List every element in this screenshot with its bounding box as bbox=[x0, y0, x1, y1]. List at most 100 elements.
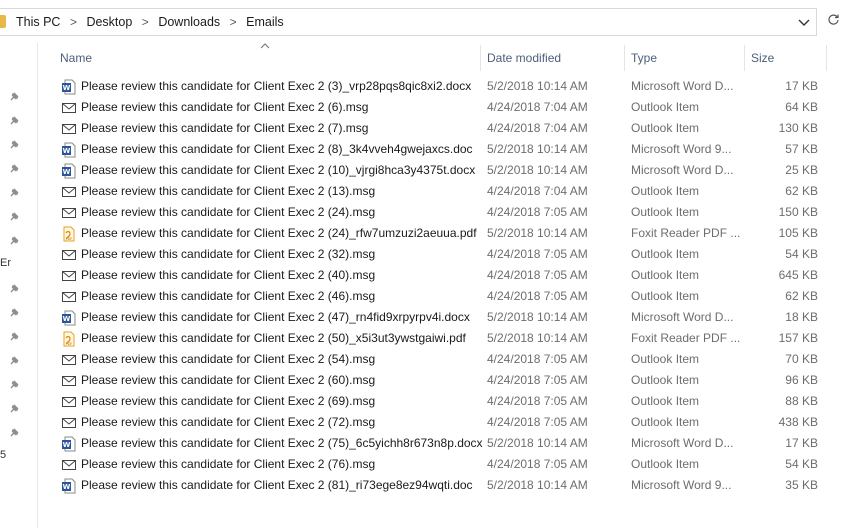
svg-text:PDF: PDF bbox=[66, 342, 73, 346]
file-row[interactable]: PDF Please review this candidate for Clie… bbox=[38, 223, 844, 244]
chevron-down-icon[interactable] bbox=[792, 13, 816, 33]
file-row[interactable]: W Please review this candidate for Client… bbox=[38, 433, 844, 454]
mail-icon bbox=[61, 289, 77, 305]
file-row[interactable]: W Please review this candidate for Client… bbox=[38, 307, 844, 328]
nav-item-fragment[interactable]: Er bbox=[0, 257, 11, 269]
file-size: 54 KB bbox=[785, 247, 818, 261]
word-icon: W bbox=[61, 79, 77, 95]
file-size: 54 KB bbox=[785, 457, 818, 471]
address-bar: This PC > Desktop > Downloads > Emails bbox=[0, 0, 844, 43]
file-name[interactable]: Please review this candidate for Client … bbox=[81, 349, 375, 370]
file-date-modified: 5/2/2018 10:14 AM bbox=[487, 163, 588, 177]
pdf-icon: PDF bbox=[61, 331, 77, 347]
word-icon: W bbox=[61, 310, 77, 326]
pin-icon[interactable] bbox=[8, 139, 20, 151]
pin-icon[interactable] bbox=[8, 235, 20, 247]
column-name[interactable]: Name bbox=[54, 43, 478, 73]
file-name[interactable]: Please review this candidate for Client … bbox=[81, 454, 375, 475]
file-type: Foxit Reader PDF ... bbox=[631, 226, 741, 240]
file-row[interactable]: Please review this candidate for Client … bbox=[38, 412, 844, 433]
file-name[interactable]: Please review this candidate for Client … bbox=[81, 265, 375, 286]
file-size: 18 KB bbox=[785, 310, 818, 324]
file-row[interactable]: Please review this candidate for Client … bbox=[38, 265, 844, 286]
pin-icon[interactable] bbox=[8, 211, 20, 223]
file-name[interactable]: Please review this candidate for Client … bbox=[81, 139, 473, 160]
breadcrumb-desktop[interactable]: Desktop bbox=[84, 15, 134, 29]
breadcrumb-downloads[interactable]: Downloads bbox=[156, 15, 222, 29]
file-name[interactable]: Please review this candidate for Client … bbox=[81, 475, 473, 496]
file-row[interactable]: Please review this candidate for Client … bbox=[38, 286, 844, 307]
file-row[interactable]: Please review this candidate for Client … bbox=[38, 349, 844, 370]
column-header: Name Date modified Type Size bbox=[38, 43, 844, 73]
breadcrumb[interactable]: This PC > Desktop > Downloads > Emails bbox=[0, 8, 817, 36]
breadcrumb-this-pc[interactable]: This PC bbox=[14, 15, 62, 29]
file-size: 17 KB bbox=[785, 79, 818, 93]
file-name[interactable]: Please review this candidate for Client … bbox=[81, 286, 375, 307]
column-size[interactable]: Size bbox=[745, 43, 825, 73]
file-date-modified: 5/2/2018 10:14 AM bbox=[487, 142, 588, 156]
mail-icon bbox=[61, 373, 77, 389]
file-row[interactable]: PDF Please review this candidate for Clie… bbox=[38, 328, 844, 349]
file-row[interactable]: W Please review this candidate for Client… bbox=[38, 76, 844, 97]
file-name[interactable]: Please review this candidate for Client … bbox=[81, 328, 466, 349]
file-name[interactable]: Please review this candidate for Client … bbox=[81, 97, 368, 118]
file-type: Microsoft Word 9... bbox=[631, 142, 732, 156]
column-date-modified[interactable]: Date modified bbox=[481, 43, 624, 73]
pin-icon[interactable] bbox=[8, 91, 20, 103]
file-date-modified: 4/24/2018 7:05 AM bbox=[487, 247, 588, 261]
file-row[interactable]: W Please review this candidate for Client… bbox=[38, 160, 844, 181]
file-size: 62 KB bbox=[785, 289, 818, 303]
pin-icon[interactable] bbox=[8, 355, 20, 367]
word-icon: W bbox=[61, 436, 77, 452]
file-row[interactable]: Please review this candidate for Client … bbox=[38, 370, 844, 391]
pin-icon[interactable] bbox=[8, 403, 20, 415]
file-date-modified: 4/24/2018 7:05 AM bbox=[487, 268, 588, 282]
column-divider[interactable] bbox=[826, 45, 827, 71]
file-name[interactable]: Please review this candidate for Client … bbox=[81, 76, 471, 97]
pin-icon[interactable] bbox=[8, 427, 20, 439]
file-name[interactable]: Please review this candidate for Client … bbox=[81, 244, 375, 265]
file-name[interactable]: Please review this candidate for Client … bbox=[81, 223, 477, 244]
word-icon: W bbox=[61, 142, 77, 158]
svg-text:PDF: PDF bbox=[66, 237, 73, 241]
pin-icon[interactable] bbox=[8, 187, 20, 199]
svg-text:W: W bbox=[63, 483, 71, 491]
file-row[interactable]: Please review this candidate for Client … bbox=[38, 118, 844, 139]
refresh-icon[interactable] bbox=[822, 8, 844, 36]
file-name[interactable]: Please review this candidate for Client … bbox=[81, 160, 475, 181]
file-name[interactable]: Please review this candidate for Client … bbox=[81, 118, 368, 139]
file-row[interactable]: W Please review this candidate for Client… bbox=[38, 475, 844, 496]
file-row[interactable]: Please review this candidate for Client … bbox=[38, 391, 844, 412]
file-row[interactable]: Please review this candidate for Client … bbox=[38, 181, 844, 202]
file-type: Microsoft Word 9... bbox=[631, 478, 732, 492]
file-row[interactable]: Please review this candidate for Client … bbox=[38, 202, 844, 223]
file-name[interactable]: Please review this candidate for Client … bbox=[81, 433, 483, 454]
file-row[interactable]: W Please review this candidate for Client… bbox=[38, 139, 844, 160]
file-row[interactable]: Please review this candidate for Client … bbox=[38, 454, 844, 475]
breadcrumb-separator[interactable]: > bbox=[222, 15, 244, 29]
breadcrumb-separator[interactable]: > bbox=[134, 15, 156, 29]
file-row[interactable]: Please review this candidate for Client … bbox=[38, 97, 844, 118]
file-size: 88 KB bbox=[785, 394, 818, 408]
file-name[interactable]: Please review this candidate for Client … bbox=[81, 307, 470, 328]
pin-icon[interactable] bbox=[8, 307, 20, 319]
file-size: 57 KB bbox=[785, 142, 818, 156]
file-date-modified: 5/2/2018 10:14 AM bbox=[487, 436, 588, 450]
file-name[interactable]: Please review this candidate for Client … bbox=[81, 370, 375, 391]
column-type[interactable]: Type bbox=[625, 43, 743, 73]
pin-icon[interactable] bbox=[8, 283, 20, 295]
file-name[interactable]: Please review this candidate for Client … bbox=[81, 181, 375, 202]
file-name[interactable]: Please review this candidate for Client … bbox=[81, 202, 375, 223]
file-date-modified: 4/24/2018 7:05 AM bbox=[487, 415, 588, 429]
pin-icon[interactable] bbox=[8, 331, 20, 343]
file-name[interactable]: Please review this candidate for Client … bbox=[81, 391, 375, 412]
file-row[interactable]: Please review this candidate for Client … bbox=[38, 244, 844, 265]
pin-icon[interactable] bbox=[8, 115, 20, 127]
pin-icon[interactable] bbox=[8, 163, 20, 175]
breadcrumb-separator[interactable]: > bbox=[62, 15, 84, 29]
pin-icon[interactable] bbox=[8, 379, 20, 391]
breadcrumb-emails[interactable]: Emails bbox=[244, 15, 286, 29]
nav-item-fragment[interactable]: 5 bbox=[0, 449, 6, 461]
pdf-icon: PDF bbox=[61, 226, 77, 242]
file-name[interactable]: Please review this candidate for Client … bbox=[81, 412, 375, 433]
